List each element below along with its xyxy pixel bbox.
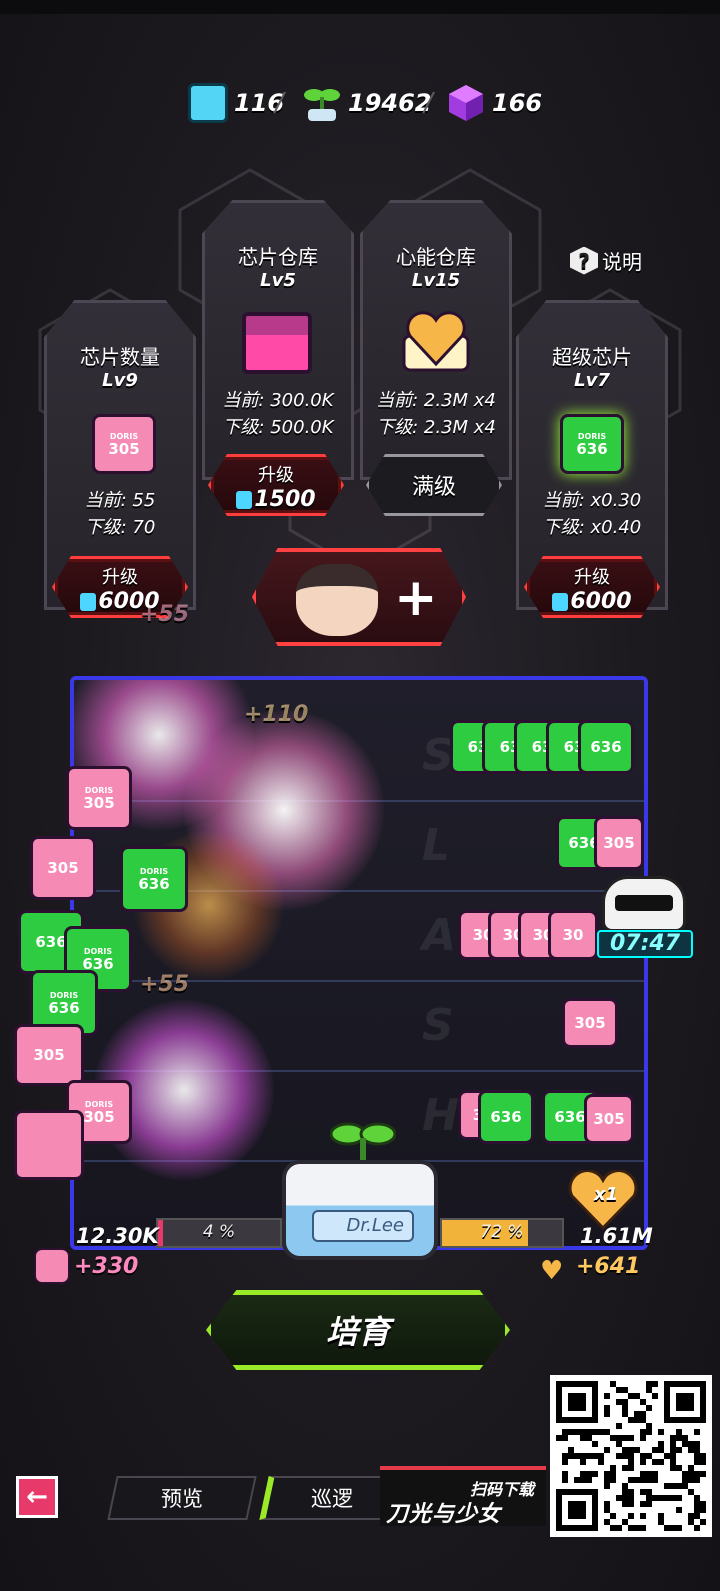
resource-chips: 116 [188, 80, 284, 126]
card-title: 心能仓库 [396, 245, 476, 269]
chip-icon [80, 592, 97, 611]
card-next: 下级: x0.40 [542, 517, 642, 538]
card-level: Lv9 [102, 370, 138, 391]
incubator-pod[interactable]: Dr.Lee [282, 1160, 438, 1260]
divider: / [275, 88, 284, 118]
pink-chip: DORIS 305 [66, 766, 132, 830]
chip-icon [188, 83, 228, 123]
heart-multiplier: x1 [594, 1184, 619, 1205]
help-label: 说明 [602, 250, 642, 274]
green-chip: DORIS 636 [120, 846, 188, 912]
enemy-robot [602, 876, 686, 932]
resource-cubes: 166 [446, 80, 542, 126]
card-current: 当前: 300.0K [222, 390, 334, 411]
card-next: 下级: 70 [84, 517, 156, 538]
sprout-icon [304, 89, 340, 121]
heart-icon: ♥ [540, 1256, 564, 1286]
card-level: Lv7 [574, 370, 610, 391]
chip-icon [236, 490, 253, 509]
cubes-count: 166 [492, 89, 543, 117]
card-next: 下级: 2.3M x4 [376, 417, 496, 438]
cultivate-button[interactable]: 培育 [206, 1290, 510, 1370]
green-chip: 636 [478, 1090, 534, 1144]
help-button[interactable]: ? 说明 [570, 246, 642, 275]
pink-chip: 305 [30, 836, 96, 900]
character-portrait [296, 564, 378, 636]
resource-sprouts: 19462 [302, 80, 432, 126]
float-text: +110 [244, 702, 309, 727]
sprout-icon [330, 1122, 396, 1162]
lane-watermark: H [422, 1090, 459, 1141]
card-next: 下级: 500.0K [222, 417, 334, 438]
card-level: Lv15 [411, 270, 461, 291]
pink-chip: 305 [594, 816, 644, 870]
heart-storage-icon [402, 311, 470, 372]
card-current: 当前: x0.30 [542, 490, 642, 511]
download-qr-code [550, 1375, 712, 1537]
tab-preview[interactable]: 预览 [107, 1476, 257, 1520]
add-character-button[interactable]: + [252, 548, 466, 646]
cube-icon [449, 85, 483, 121]
card-level: Lv5 [260, 270, 296, 291]
pink-chip: 305 [562, 998, 618, 1048]
back-button[interactable]: ← [16, 1476, 58, 1518]
pink-chip: 30 [548, 910, 598, 960]
download-promo: 扫码下载 刀光与少女 [380, 1466, 546, 1527]
chip-total: 12.30K [76, 1224, 159, 1248]
card-current: 当前: 2.3M x4 [376, 390, 496, 411]
float-text: +55 [140, 602, 190, 627]
pink-chip: 305 [14, 1024, 84, 1086]
chip-progress-bar: 4 % [156, 1218, 282, 1248]
chip-gain: +330 [74, 1254, 139, 1279]
pink-chip: 305 [584, 1094, 634, 1144]
lane-watermark: S [422, 730, 454, 781]
wave-timer: 07:47 [597, 930, 693, 958]
card-current: 当前: 55 [84, 490, 156, 511]
pink-chip-icon: DORIS 305 [92, 414, 156, 474]
sprouts-count: 19462 [348, 89, 432, 117]
heart-gain: +641 [576, 1254, 641, 1279]
chip-icon [552, 592, 569, 611]
heart-total: 1.61M [580, 1224, 653, 1248]
status-strip [0, 0, 720, 14]
arrow-left-icon: ← [26, 1482, 48, 1512]
pod-label: Dr.Lee [312, 1210, 414, 1242]
card-title: 芯片数量 [80, 345, 160, 369]
heart-progress-bar: 72 % [440, 1218, 564, 1248]
chip-storage-icon [242, 312, 312, 374]
pink-chip [14, 1110, 84, 1180]
lane-watermark: A [422, 910, 457, 961]
upgrade-chip-storage-button[interactable]: 升级 1500 [208, 454, 344, 516]
question-icon: ? [570, 246, 598, 275]
max-level-button[interactable]: 满级 [366, 454, 502, 516]
card-title: 芯片仓库 [238, 245, 318, 269]
pink-chip-icon [34, 1248, 70, 1284]
card-title: 超级芯片 [552, 345, 632, 369]
float-text: +55 [140, 972, 190, 997]
lane-watermark: L [422, 820, 451, 871]
lane-watermark: S [422, 1000, 454, 1051]
green-chip-icon: DORIS 636 [560, 414, 624, 474]
plus-icon: + [394, 568, 438, 628]
green-chip: 636 [578, 720, 634, 774]
divider: / [424, 88, 433, 118]
upgrade-super-chip-button[interactable]: 升级 6000 [524, 556, 660, 618]
